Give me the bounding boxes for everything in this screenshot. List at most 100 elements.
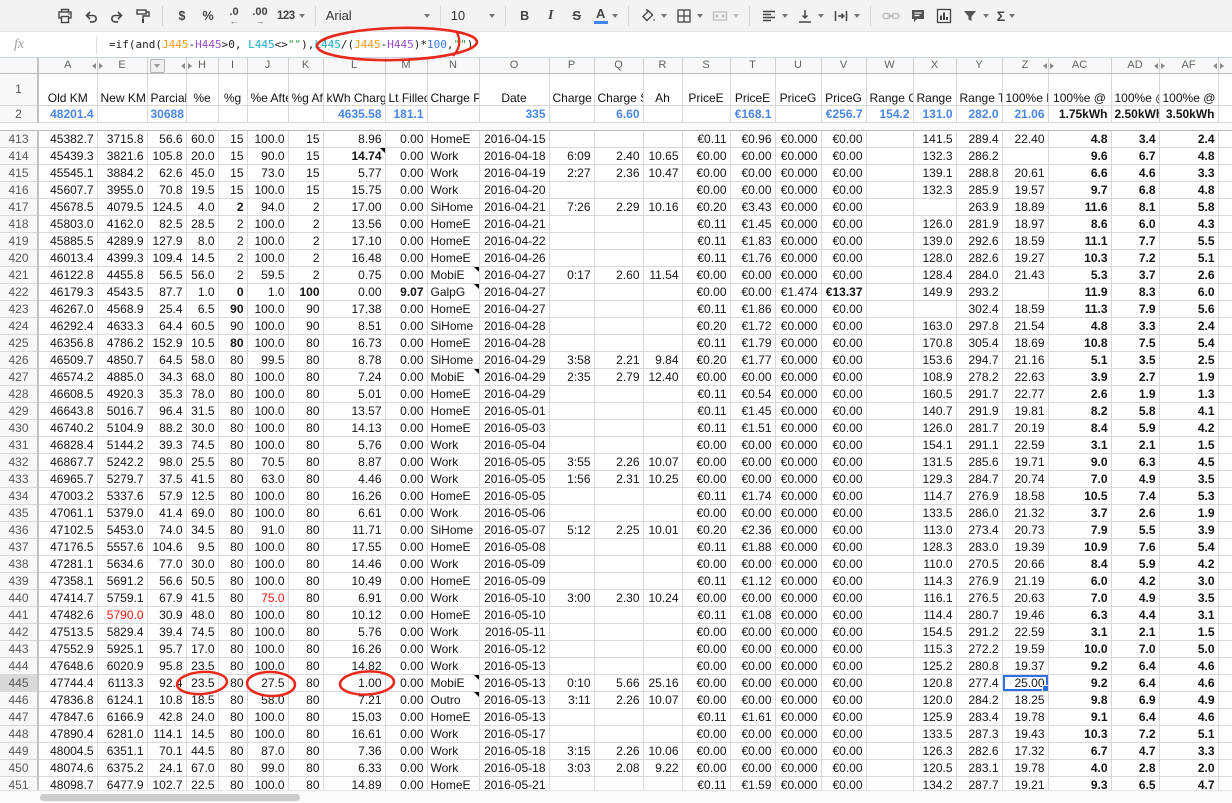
- cell-W435[interactable]: [866, 504, 913, 521]
- cell-M1[interactable]: Lt Filled: [385, 73, 427, 105]
- cell-AC433[interactable]: 7.0: [1048, 470, 1111, 487]
- formula-bar[interactable]: fx =if(and(J445-H445>0, L445<>""),L445/(…: [0, 32, 1232, 58]
- cell-T435[interactable]: €0.00: [730, 504, 775, 521]
- cell-Q450[interactable]: 2.08: [594, 759, 643, 776]
- cell-AD429[interactable]: 5.8: [1111, 402, 1159, 419]
- cell-AC416[interactable]: 9.7: [1048, 181, 1111, 198]
- cell-edge-418[interactable]: [1218, 215, 1232, 232]
- cell-I428[interactable]: 80: [218, 385, 247, 402]
- cell-O435[interactable]: 2016-05-06: [479, 504, 549, 521]
- cell-O430[interactable]: 2016-05-03: [479, 419, 549, 436]
- cell-Q440[interactable]: 2.30: [594, 589, 643, 606]
- cell-Z417[interactable]: 18.89: [1002, 198, 1048, 215]
- cell-Q413[interactable]: [594, 130, 643, 147]
- cell-U443[interactable]: €0.000: [775, 640, 821, 657]
- cell-H445[interactable]: 23.5: [186, 674, 218, 691]
- cell-O422[interactable]: 2016-04-27: [479, 283, 549, 300]
- row-header-439[interactable]: 439: [0, 572, 38, 589]
- cell-M446[interactable]: 0.00: [385, 691, 427, 708]
- cell-AF425[interactable]: 5.4: [1159, 334, 1218, 351]
- cell-I423[interactable]: 90: [218, 300, 247, 317]
- cell-V420[interactable]: €0.00: [821, 249, 866, 266]
- cell-I420[interactable]: 2: [218, 249, 247, 266]
- cell-M450[interactable]: 0.00: [385, 759, 427, 776]
- cell-Q436[interactable]: 2.25: [594, 521, 643, 538]
- cell-edge-446[interactable]: [1218, 691, 1232, 708]
- cell-U450[interactable]: €0.000: [775, 759, 821, 776]
- cell-S426[interactable]: €0.20: [682, 351, 730, 368]
- cell-F443[interactable]: 95.7: [147, 640, 186, 657]
- cell-Y422[interactable]: 293.2: [956, 283, 1002, 300]
- cell-Y449[interactable]: 282.6: [956, 742, 1002, 759]
- cell-AF436[interactable]: 3.9: [1159, 521, 1218, 538]
- cell-U426[interactable]: €0.000: [775, 351, 821, 368]
- cell-X438[interactable]: 110.0: [913, 555, 956, 572]
- cell-H425[interactable]: 10.5: [186, 334, 218, 351]
- cell-Y433[interactable]: 284.7: [956, 470, 1002, 487]
- cell-H437[interactable]: 9.5: [186, 538, 218, 555]
- cell-J423[interactable]: 100.0: [247, 300, 288, 317]
- cell-S430[interactable]: €0.11: [682, 419, 730, 436]
- cell-I419[interactable]: 2: [218, 232, 247, 249]
- cell-Y436[interactable]: 273.4: [956, 521, 1002, 538]
- cell-V441[interactable]: €0.00: [821, 606, 866, 623]
- cell-Q431[interactable]: [594, 436, 643, 453]
- cell-P426[interactable]: 3:58: [549, 351, 594, 368]
- cell-W447[interactable]: [866, 708, 913, 725]
- cell-P435[interactable]: [549, 504, 594, 521]
- cell-Q419[interactable]: [594, 232, 643, 249]
- column-header-U[interactable]: U: [775, 58, 821, 73]
- cell-AC442[interactable]: 3.1: [1048, 623, 1111, 640]
- cell-I438[interactable]: 80: [218, 555, 247, 572]
- cell-Z1[interactable]: 100%e Est.: [1002, 73, 1048, 105]
- cell-H434[interactable]: 12.5: [186, 487, 218, 504]
- cell-AF448[interactable]: 5.1: [1159, 725, 1218, 742]
- cell-P418[interactable]: [549, 215, 594, 232]
- cell-F448[interactable]: 114.1: [147, 725, 186, 742]
- cell-AC432[interactable]: 9.0: [1048, 453, 1111, 470]
- cell-K413[interactable]: 15: [288, 130, 323, 147]
- cell-J450[interactable]: 99.0: [247, 759, 288, 776]
- cell-T425[interactable]: €1.79: [730, 334, 775, 351]
- cell-L431[interactable]: 5.76: [323, 436, 385, 453]
- cell-O429[interactable]: 2016-05-01: [479, 402, 549, 419]
- column-header-J[interactable]: J: [247, 58, 288, 73]
- cell-Q418[interactable]: [594, 215, 643, 232]
- cell-M423[interactable]: 0.00: [385, 300, 427, 317]
- cell-F445[interactable]: 92.4: [147, 674, 186, 691]
- cell-AD445[interactable]: 6.4: [1111, 674, 1159, 691]
- cell-Z440[interactable]: 20.63: [1002, 589, 1048, 606]
- cell-H415[interactable]: 45.0: [186, 164, 218, 181]
- cell-L447[interactable]: 15.03: [323, 708, 385, 725]
- horizontal-scrollbar[interactable]: [0, 790, 1232, 803]
- cell-N439[interactable]: HomeE: [427, 572, 479, 589]
- cell-H426[interactable]: 58.0: [186, 351, 218, 368]
- cell-F421[interactable]: 56.5: [147, 266, 186, 283]
- cell-A430[interactable]: 46740.2: [38, 419, 97, 436]
- cell-N423[interactable]: HomeE: [427, 300, 479, 317]
- cell-AF426[interactable]: 2.5: [1159, 351, 1218, 368]
- cell-Q425[interactable]: [594, 334, 643, 351]
- cell-N429[interactable]: HomeE: [427, 402, 479, 419]
- cell-AF413[interactable]: 2.4: [1159, 130, 1218, 147]
- cell-AF438[interactable]: 4.2: [1159, 555, 1218, 572]
- cell-AC450[interactable]: 4.0: [1048, 759, 1111, 776]
- cell-I439[interactable]: 80: [218, 572, 247, 589]
- cell-Q432[interactable]: 2.26: [594, 453, 643, 470]
- cell-A444[interactable]: 47648.6: [38, 657, 97, 674]
- cell-I417[interactable]: 2: [218, 198, 247, 215]
- cell-P424[interactable]: [549, 317, 594, 334]
- cell-F423[interactable]: 25.4: [147, 300, 186, 317]
- cell-E432[interactable]: 5242.2: [97, 453, 147, 470]
- cell-X431[interactable]: 154.1: [913, 436, 956, 453]
- cell-T420[interactable]: €1.76: [730, 249, 775, 266]
- cell-I449[interactable]: 80: [218, 742, 247, 759]
- cell-Z446[interactable]: 18.25: [1002, 691, 1048, 708]
- cell-J447[interactable]: 100.0: [247, 708, 288, 725]
- cell-K418[interactable]: 2: [288, 215, 323, 232]
- cell-R438[interactable]: [643, 555, 682, 572]
- cell-M432[interactable]: 0.00: [385, 453, 427, 470]
- functions-button[interactable]: Σ: [994, 4, 1018, 28]
- cell-U2[interactable]: [775, 105, 821, 122]
- cell-edge2[interactable]: [1218, 105, 1232, 122]
